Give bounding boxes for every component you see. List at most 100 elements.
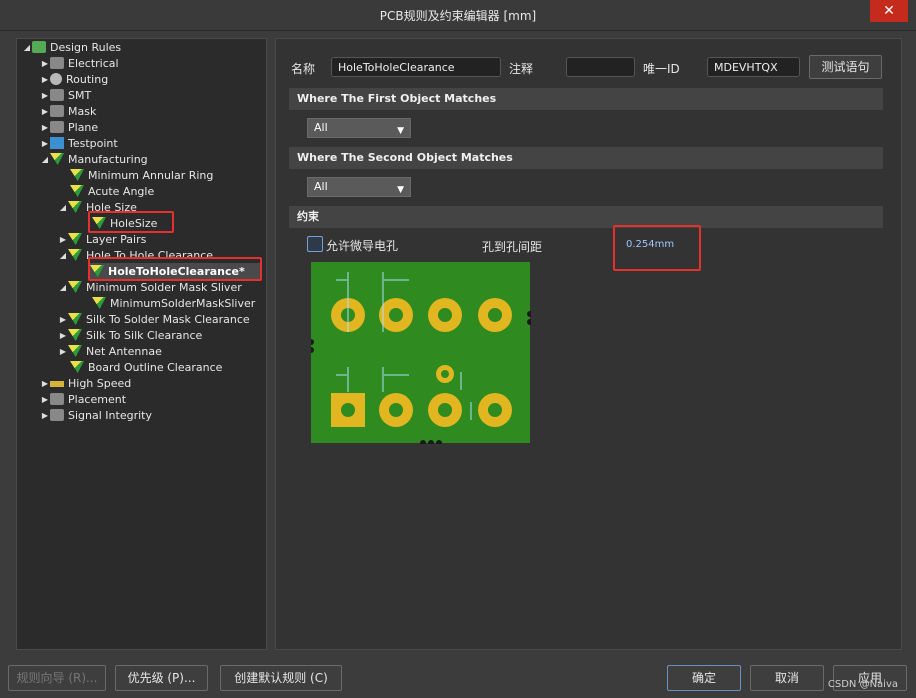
- design-rules-icon: [32, 41, 46, 53]
- tree-item-minimum-annular-ring[interactable]: Minimum Annular Ring: [70, 167, 213, 183]
- constraints-header: 约束: [289, 206, 883, 228]
- placement-icon: [50, 393, 64, 405]
- rule-icon: [70, 169, 84, 181]
- unique-id-field[interactable]: MDEVHTQX: [707, 57, 800, 77]
- tree-item-label: Silk To Silk Clearance: [86, 328, 203, 342]
- tree-item-routing[interactable]: ▶ Routing: [40, 71, 108, 87]
- allow-micro-vias-checkbox[interactable]: [307, 236, 323, 252]
- name-label: 名称: [291, 62, 316, 76]
- hole-clearance-diagram: [311, 262, 531, 444]
- tree-item-board-outline-clearance[interactable]: Board Outline Clearance: [70, 359, 222, 375]
- watermark-text: CSDN @Naiva: [827, 679, 898, 690]
- annotation-highlight-holetoholeclearance: [88, 257, 262, 281]
- rule-icon: [68, 233, 82, 245]
- tree-item-label: Acute Angle: [88, 184, 155, 198]
- expand-caret-icon[interactable]: ▶: [40, 59, 50, 68]
- tree-item-plane[interactable]: ▶ Plane: [40, 119, 98, 135]
- tree-item-net-antennae[interactable]: ▶ Net Antennae: [58, 343, 162, 359]
- expand-caret-icon[interactable]: ▶: [58, 315, 68, 324]
- allow-micro-vias-label: 允许微导电孔: [326, 239, 399, 253]
- tree-item-electrical[interactable]: ▶ Electrical: [40, 55, 119, 71]
- priority-button[interactable]: 优先级 (P)...: [115, 665, 208, 691]
- rule-icon: [92, 297, 106, 309]
- chevron-down-icon: ▼: [397, 185, 404, 195]
- tree-item-mask[interactable]: ▶ Mask: [40, 103, 96, 119]
- tree-item-minimum-solder-mask-sliver[interactable]: ◢ Minimum Solder Mask Sliver: [58, 279, 242, 295]
- tree-item-design-rules[interactable]: ◢ Design Rules: [22, 39, 121, 55]
- routing-icon: [50, 73, 62, 85]
- close-button[interactable]: ✕: [870, 0, 908, 22]
- cancel-button[interactable]: 取消: [750, 665, 824, 691]
- tree-item-minimumsoldermasksliver-rule[interactable]: MinimumSolderMaskSliver: [92, 295, 255, 311]
- collapse-caret-icon[interactable]: ◢: [58, 283, 68, 292]
- tree-item-layer-pairs[interactable]: ▶ Layer Pairs: [58, 231, 146, 247]
- test-query-button[interactable]: 测试语句: [809, 55, 882, 79]
- annotation-highlight-clearance-value: [613, 225, 701, 271]
- expand-caret-icon[interactable]: ▶: [40, 411, 50, 420]
- tree-item-high-speed[interactable]: ▶ High Speed: [40, 375, 131, 391]
- name-field[interactable]: HoleToHoleClearance: [331, 57, 501, 77]
- tree-item-acute-angle[interactable]: Acute Angle: [70, 183, 154, 199]
- comment-field[interactable]: [566, 57, 635, 77]
- expand-caret-icon[interactable]: ▶: [40, 395, 50, 404]
- electrical-icon: [50, 57, 64, 69]
- tree-item-label: Plane: [68, 120, 99, 134]
- tree-item-label: Layer Pairs: [86, 232, 147, 246]
- tree-item-label: Net Antennae: [86, 344, 162, 358]
- tree-item-label: MinimumSolderMaskSliver: [110, 296, 256, 310]
- tree-item-testpoint[interactable]: ▶ Testpoint: [40, 135, 118, 151]
- ok-button[interactable]: 确定: [667, 665, 741, 691]
- first-match-dropdown[interactable]: All ▼: [307, 118, 411, 138]
- second-match-header: Where The Second Object Matches: [289, 147, 883, 169]
- rule-icon: [70, 361, 84, 373]
- rule-icon: [68, 329, 82, 341]
- smt-icon: [50, 89, 64, 101]
- tree-item-label: Electrical: [68, 56, 119, 70]
- second-match-dropdown[interactable]: All ▼: [307, 177, 411, 197]
- annotation-highlight-holesize: [88, 211, 174, 233]
- collapse-caret-icon[interactable]: ◢: [40, 155, 50, 164]
- tree-item-label: SMT: [68, 88, 92, 102]
- tree-item-label: Minimum Solder Mask Sliver: [86, 280, 242, 294]
- tree-item-label: Board Outline Clearance: [88, 360, 223, 374]
- tree-item-label: Silk To Solder Mask Clearance: [86, 312, 250, 326]
- rule-wizard-button[interactable]: 规则向导 (R)...: [8, 665, 106, 691]
- rule-icon: [68, 345, 82, 357]
- first-match-header: Where The First Object Matches: [289, 88, 883, 110]
- expand-caret-icon[interactable]: ▶: [58, 347, 68, 356]
- create-default-rules-button[interactable]: 创建默认规则 (C): [220, 665, 342, 691]
- rule-icon: [70, 185, 84, 197]
- expand-caret-icon[interactable]: ▶: [40, 139, 50, 148]
- testpoint-icon: [50, 137, 64, 149]
- tree-item-label: Placement: [68, 392, 127, 406]
- tree-item-signal-integrity[interactable]: ▶ Signal Integrity: [40, 407, 152, 423]
- collapse-caret-icon[interactable]: ◢: [22, 43, 32, 52]
- expand-caret-icon[interactable]: ▶: [40, 91, 50, 100]
- signal-integrity-icon: [50, 409, 64, 421]
- expand-caret-icon[interactable]: ▶: [40, 379, 50, 388]
- collapse-caret-icon[interactable]: ◢: [58, 251, 68, 260]
- expand-caret-icon[interactable]: ▶: [40, 107, 50, 116]
- expand-caret-icon[interactable]: ▶: [58, 235, 68, 244]
- rule-icon: [68, 201, 82, 213]
- rule-icon: [68, 249, 82, 261]
- tree-item-smt[interactable]: ▶ SMT: [40, 87, 91, 103]
- chevron-down-icon: ▼: [397, 126, 404, 136]
- dropdown-value: All: [314, 180, 328, 193]
- tree-item-silk-to-solder-mask-clearance[interactable]: ▶ Silk To Solder Mask Clearance: [58, 311, 250, 327]
- high-speed-icon: [50, 381, 64, 387]
- comment-label: 注释: [509, 62, 534, 76]
- rule-icon: [68, 313, 82, 325]
- expand-caret-icon[interactable]: ▶: [40, 75, 50, 84]
- rule-icon: [50, 153, 64, 165]
- tree-item-placement[interactable]: ▶ Placement: [40, 391, 126, 407]
- expand-caret-icon[interactable]: ▶: [40, 123, 50, 132]
- tree-item-silk-to-silk-clearance[interactable]: ▶ Silk To Silk Clearance: [58, 327, 202, 343]
- expand-caret-icon[interactable]: ▶: [58, 331, 68, 340]
- unique-id-label: 唯一ID: [643, 62, 680, 76]
- mask-icon: [50, 105, 64, 117]
- tree-item-label: Manufacturing: [68, 152, 148, 166]
- tree-item-manufacturing[interactable]: ◢ Manufacturing: [40, 151, 148, 167]
- tree-item-label: Design Rules: [50, 40, 122, 54]
- collapse-caret-icon[interactable]: ◢: [58, 203, 68, 212]
